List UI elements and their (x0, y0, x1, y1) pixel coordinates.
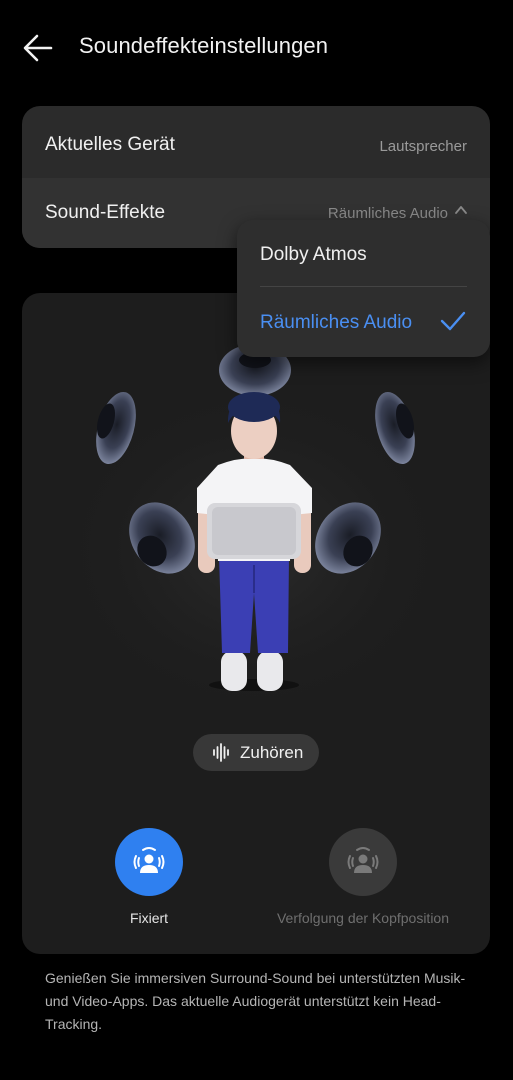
option-spatial-audio[interactable]: Räumliches Audio (237, 290, 490, 354)
header: Soundeffekteinstellungen (0, 0, 513, 96)
current-device-row[interactable]: Aktuelles Gerät Lautsprecher (22, 110, 490, 180)
sound-effects-label: Sound-Effekte (45, 202, 166, 223)
checkmark-icon (440, 311, 466, 331)
fixed-mode-label: Fixiert (129, 910, 169, 926)
listen-label: Zuhören (240, 743, 304, 762)
person-sound-icon (347, 847, 379, 873)
option-dolby-atmos[interactable]: Dolby Atmos (237, 222, 490, 286)
footer-description: Genießen Sie immersiven Surround-Sound b… (45, 970, 466, 1032)
head-tracking-mode-button[interactable] (329, 828, 397, 896)
sound-effects-dropdown: Dolby Atmos Räumliches Audio (237, 220, 490, 357)
chevron-up-icon (455, 206, 467, 214)
mode-head-tracking[interactable]: Verfolgung der Kopfposition (263, 828, 463, 928)
listen-button[interactable]: Zuhören (193, 734, 319, 771)
option-label: Dolby Atmos (260, 244, 367, 265)
sound-wave-icon (213, 743, 229, 762)
spatial-audio-card: Zuhören Fixiert Verfolgung der Kopfposit… (22, 293, 490, 954)
spatial-audio-illustration (54, 344, 454, 703)
current-device-value: Lautsprecher (379, 138, 467, 155)
mode-fixed[interactable]: Fixiert (49, 828, 249, 928)
page-title: Soundeffekteinstellungen (79, 33, 329, 58)
fixed-mode-button[interactable] (115, 828, 183, 896)
head-tracking-mode-label: Verfolgung der Kopfposition (276, 910, 449, 926)
divider (260, 286, 467, 287)
person-sound-icon (133, 847, 165, 873)
option-label: Räumliches Audio (260, 312, 413, 333)
current-device-label: Aktuelles Gerät (45, 134, 175, 155)
back-arrow-icon[interactable] (20, 30, 60, 66)
